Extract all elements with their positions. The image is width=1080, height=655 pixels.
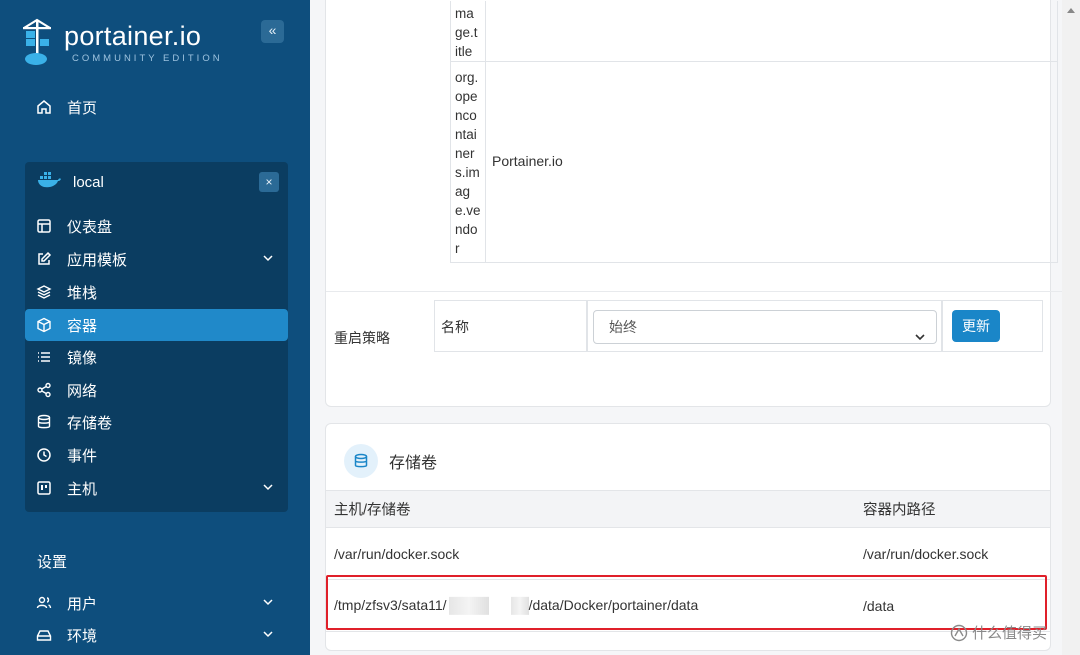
logo-title: portainer.io [64, 20, 202, 51]
home-icon [35, 98, 53, 116]
hdd-icon [35, 626, 53, 644]
column-header-container-path[interactable]: 容器内路径 [863, 499, 936, 520]
volume-host-path: /var/run/docker.sock [334, 545, 460, 562]
sidebar-item-images[interactable]: 镜像 [25, 341, 288, 373]
label-key-text: org.opencontainers.image.vendor [455, 70, 481, 256]
collapse-sidebar-button[interactable]: « [261, 20, 284, 43]
database-icon [35, 413, 53, 431]
column-header-host[interactable]: 主机/存储卷 [334, 499, 411, 520]
edit-icon [35, 250, 53, 268]
label-value: Portainer.io [486, 62, 1058, 263]
share-icon [35, 381, 53, 399]
chevron-down-icon[interactable] [262, 595, 274, 612]
restart-name-cell: 名称 [434, 300, 587, 352]
sidebar-item-home[interactable]: 首页 [25, 91, 288, 123]
logo-subtitle: COMMUNITY EDITION [72, 52, 223, 64]
sidebar-item-host[interactable]: 主机 [25, 472, 288, 504]
portainer-logo-icon [22, 18, 56, 66]
red-highlight-box [326, 575, 1047, 630]
sidebar-item-containers[interactable]: 容器 [25, 309, 288, 341]
chevron-down-icon[interactable] [262, 251, 274, 268]
environment-header[interactable]: local [25, 165, 288, 199]
sidebar-item-label: 堆栈 [67, 284, 98, 302]
sidebar-item-events[interactable]: 事件 [25, 439, 288, 471]
sidebar-item-users[interactable]: 用户 [25, 587, 288, 619]
sidebar-item-networks[interactable]: 网络 [25, 374, 288, 406]
scroll-up-arrow-icon[interactable] [1067, 8, 1075, 13]
restart-policy-select[interactable]: 始终 [593, 310, 937, 344]
docker-icon [37, 172, 61, 192]
sidebar-item-label: 网络 [67, 382, 98, 400]
sidebar-item-label: 镜像 [67, 349, 98, 367]
restart-policy-row: 重启策略 名称 始终 更新 [326, 291, 1066, 391]
box-icon [35, 316, 53, 334]
list-icon [35, 348, 53, 366]
container-details-card: ma ge.t itle org.opencontainers.image.ve… [325, 0, 1066, 407]
environment-name: local [73, 173, 104, 191]
sidebar-item-label: 容器 [67, 317, 98, 335]
chevron-down-icon[interactable] [262, 480, 274, 497]
sidebar-item-dashboard[interactable]: 仪表盘 [25, 210, 288, 242]
sidebar-item-volumes[interactable]: 存储卷 [25, 406, 288, 438]
users-icon [35, 594, 53, 612]
dashboard-icon [35, 217, 53, 235]
table-row: /var/run/docker.sock /var/run/docker.soc… [326, 528, 1050, 580]
label-value [486, 1, 1058, 62]
chevron-down-icon [914, 322, 926, 354]
database-icon [344, 444, 378, 478]
host-icon [35, 479, 53, 497]
sidebar-item-environments[interactable]: 环境 [25, 619, 288, 651]
watermark: 什么值得买 [950, 622, 1047, 643]
layers-icon [35, 283, 53, 301]
volumes-table-header: 主机/存储卷 容器内路径 [326, 490, 1050, 528]
sidebar-item-label: 主机 [67, 480, 98, 498]
label-key: ma ge.t itle [450, 1, 486, 62]
sidebar-item-label: 用户 [67, 595, 98, 613]
watermark-logo-icon [950, 624, 968, 641]
sidebar-item-label: 应用模板 [67, 251, 128, 269]
label-key: org.opencontainers.image.vendor [450, 62, 486, 263]
sidebar-item-label: 首页 [67, 99, 98, 117]
sidebar-item-app-templates[interactable]: 应用模板 [25, 243, 288, 275]
sidebar-item-label: 环境 [67, 627, 98, 645]
sidebar-item-stacks[interactable]: 堆栈 [25, 276, 288, 308]
restart-policy-selected: 始终 [609, 319, 637, 335]
label-key-text: ma ge.t itle [455, 6, 478, 59]
portainer-logo[interactable]: portainer.io COMMUNITY EDITION [22, 18, 223, 66]
main-content: ma ge.t itle org.opencontainers.image.ve… [310, 0, 1080, 655]
sidebar: portainer.io COMMUNITY EDITION « 首页 loca… [0, 0, 310, 655]
watermark-text: 什么值得买 [972, 625, 1048, 642]
sidebar-item-label: 存储卷 [67, 414, 113, 432]
chevron-down-icon[interactable] [262, 627, 274, 644]
restart-policy-label: 重启策略 [334, 330, 390, 346]
environment-close-button[interactable]: × [259, 172, 279, 192]
page-scrollbar[interactable] [1062, 0, 1080, 655]
clock-icon [35, 446, 53, 464]
volume-container-path: /var/run/docker.sock [863, 545, 989, 562]
restart-name-label: 名称 [441, 319, 469, 335]
label-value-text: Portainer.io [492, 153, 563, 169]
volumes-title: 存储卷 [389, 455, 438, 472]
sidebar-item-label: 仪表盘 [67, 218, 113, 236]
sidebar-item-label: 事件 [67, 447, 98, 465]
update-restart-policy-button[interactable]: 更新 [952, 310, 1000, 342]
volumes-header: 存储卷 [344, 444, 437, 478]
settings-section-title: 设置 [37, 554, 68, 571]
